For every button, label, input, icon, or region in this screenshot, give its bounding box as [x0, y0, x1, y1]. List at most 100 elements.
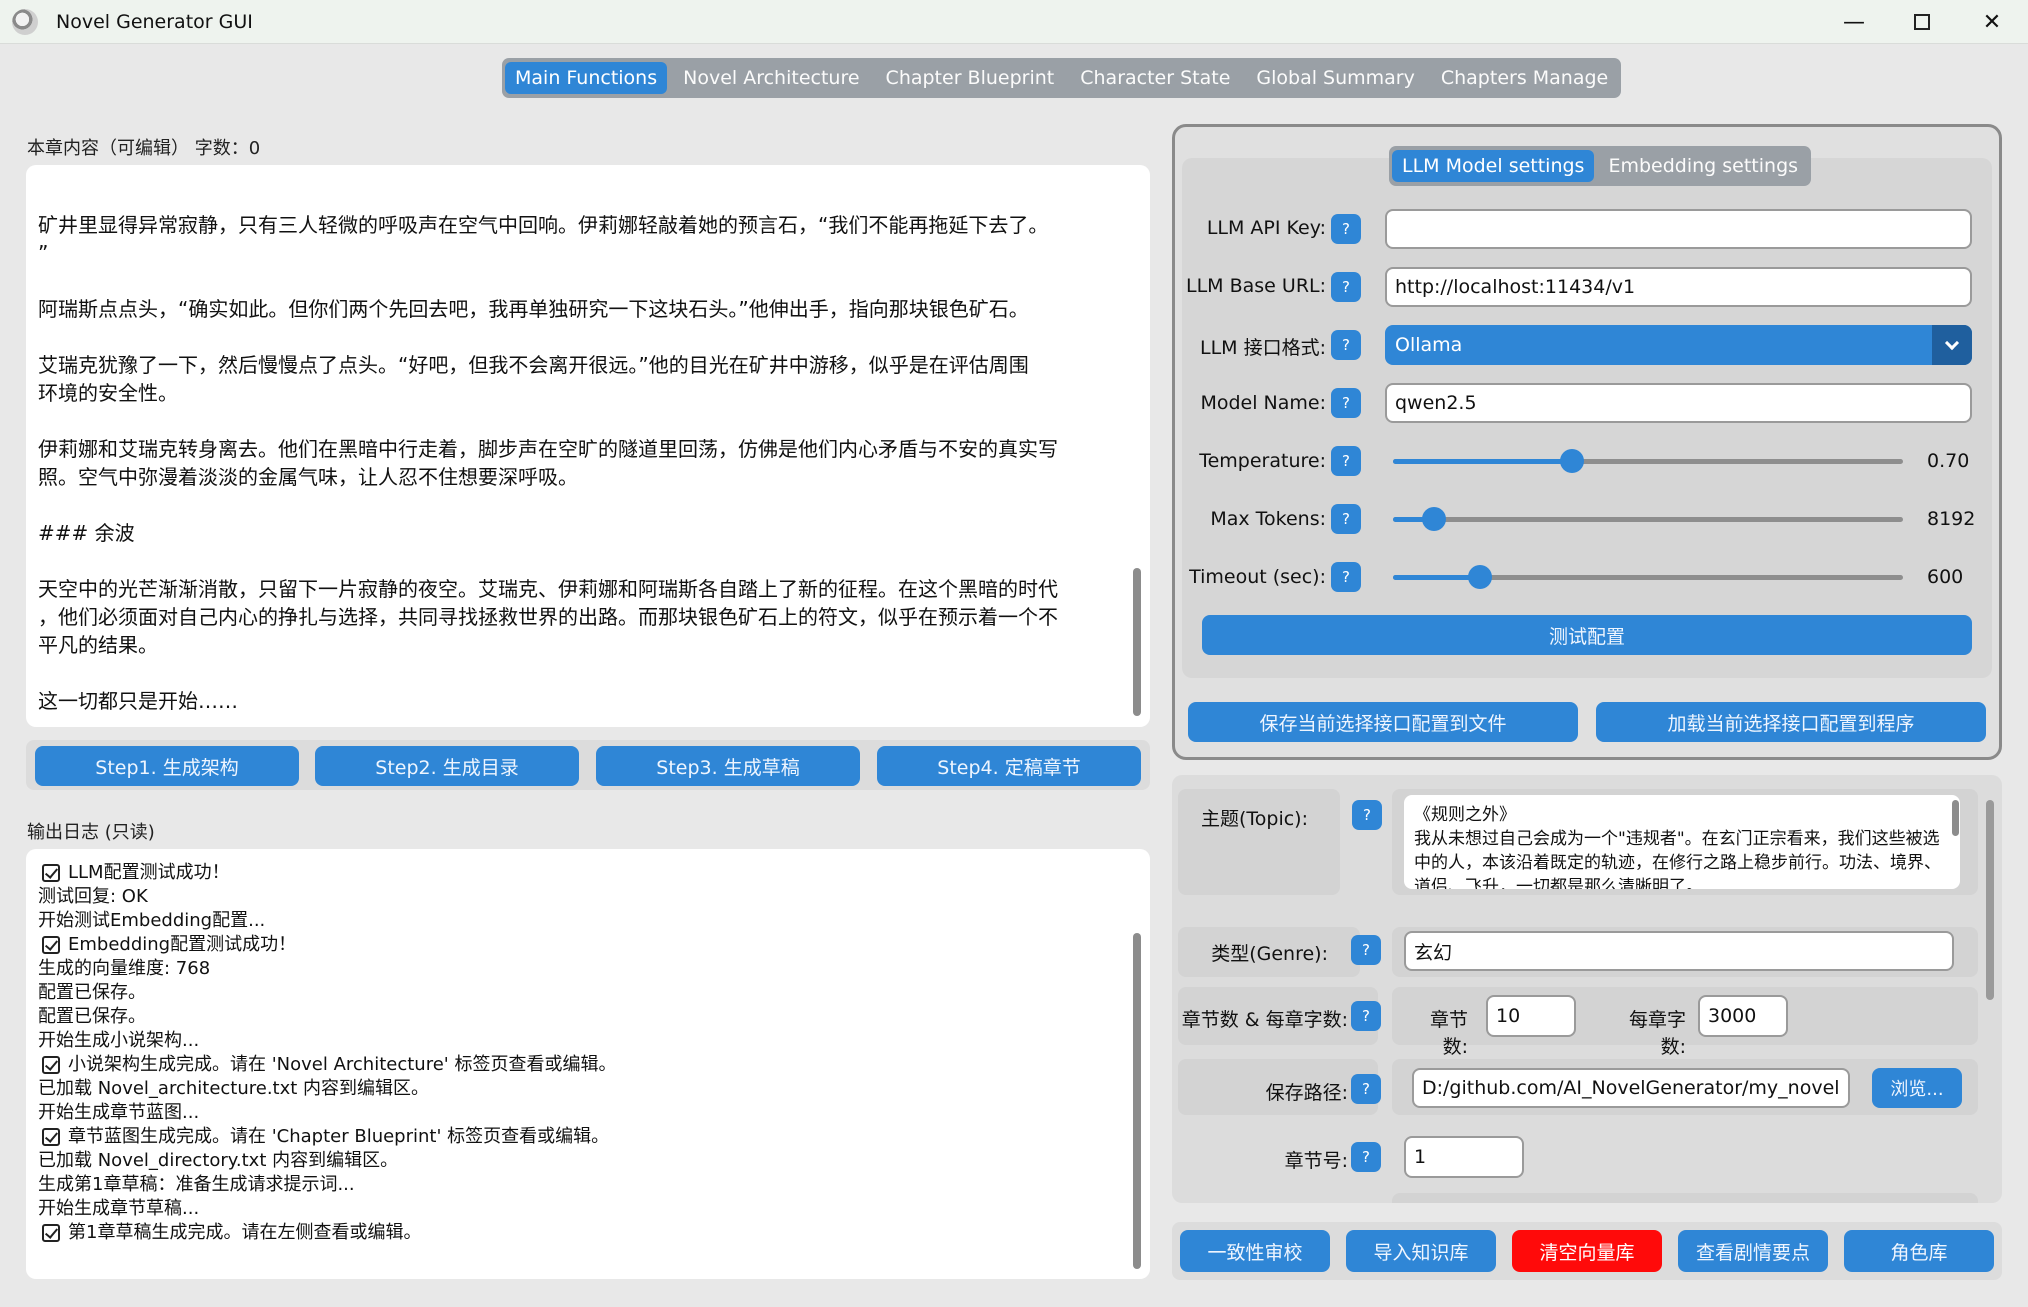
num-chapters-label: 章节数: [1429, 1009, 1468, 1058]
chapters-words-label: 章节数 & 每章字数: [1181, 1009, 1348, 1031]
log-line-text: 开始生成章节蓝图... [38, 1102, 200, 1123]
log-line: 生成的向量维度: 768 [38, 957, 616, 981]
timeout-value: 600 [1927, 566, 1964, 588]
api-key-input[interactable] [1385, 209, 1972, 249]
log-line: 已加载 Novel_architecture.txt 内容到编辑区。 [38, 1077, 616, 1101]
temperature-help-icon[interactable]: ? [1331, 446, 1361, 476]
chevron-down-icon[interactable] [1932, 325, 1972, 365]
log-line-text: 开始测试Embedding配置... [38, 910, 266, 931]
editor-line: ” [38, 241, 49, 265]
log-line: 开始生成小说架构... [38, 1029, 616, 1053]
close-icon[interactable]: ✕ [1956, 0, 2028, 44]
save-path-help-icon[interactable]: ? [1351, 1074, 1381, 1104]
temperature-label: Temperature: [1199, 450, 1326, 472]
max-tokens-label: Max Tokens: [1210, 508, 1326, 530]
log-line-text: 配置已保存。 [38, 982, 146, 1003]
tab-main-functions[interactable]: Main Functions [505, 62, 668, 94]
tab-llm-model-settings[interactable]: LLM Model settings [1392, 150, 1595, 182]
tab-character-state[interactable]: Character State [1070, 62, 1240, 94]
chapters-help-icon[interactable]: ? [1351, 1001, 1381, 1031]
log-line-text: 生成第1章草稿：准备生成请求提示词... [38, 1174, 355, 1195]
interface-select[interactable]: Ollama [1385, 325, 1972, 365]
genre-input[interactable]: 玄幻 [1404, 931, 1954, 971]
log-label: 输出日志 (只读) [27, 822, 155, 843]
timeout-slider-knob[interactable] [1467, 565, 1492, 589]
save-path-input[interactable]: D:/github.com/AI_NovelGenerator/my_novel [1412, 1068, 1850, 1108]
model-name-help-icon[interactable]: ? [1331, 388, 1361, 418]
checkbox-icon [42, 936, 60, 954]
save-config-button[interactable]: 保存当前选择接口配置到文件 [1188, 702, 1578, 742]
editor-scrollbar[interactable] [1133, 568, 1141, 716]
model-name-input[interactable]: qwen2.5 [1385, 383, 1972, 423]
log-line: LLM配置测试成功！ [38, 861, 616, 885]
step3-button[interactable]: Step3. 生成草稿 [596, 746, 860, 786]
consistency-check-button[interactable]: 一致性审校 [1180, 1230, 1330, 1272]
topic-help-icon[interactable]: ? [1352, 800, 1382, 830]
chapter-editor[interactable]: 矿井里显得异常寂静，只有三人轻微的呼吸声在空气中回响。伊莉娜轻敲着她的预言石，“… [26, 165, 1150, 727]
tab-global-summary[interactable]: Global Summary [1246, 62, 1424, 94]
max-tokens-slider[interactable] [1393, 507, 1903, 531]
base-url-help-icon[interactable]: ? [1331, 272, 1361, 302]
chapter-number-help-icon[interactable]: ? [1351, 1142, 1381, 1172]
topic-scrollbar[interactable] [1952, 800, 1959, 836]
import-knowledge-button[interactable]: 导入知识库 [1346, 1230, 1496, 1272]
topic-textarea[interactable]: 《规则之外》 我从未想过自己会成为一个"违规者"。在玄门正宗看来，我们这些被选中… [1404, 795, 1960, 889]
chapter-number-input[interactable]: 1 [1404, 1136, 1524, 1178]
checkbox-icon [42, 1224, 60, 1242]
editor-line: 天空中的光芒渐渐消散，只留下一片寂静的夜空。艾瑞克、伊莉娜和阿瑞斯各自踏上了新的… [38, 577, 1058, 601]
tab-embedding-settings[interactable]: Embedding settings [1598, 150, 1808, 182]
tab-chapters-manage[interactable]: Chapters Manage [1431, 62, 1618, 94]
maximize-icon[interactable] [1886, 0, 1958, 44]
base-url-input[interactable]: http://localhost:11434/v1 [1385, 267, 1972, 307]
tab-chapter-blueprint[interactable]: Chapter Blueprint [876, 62, 1065, 94]
log-scrollbar[interactable] [1133, 933, 1141, 1269]
interface-select-value: Ollama [1395, 334, 1463, 356]
minimize-icon[interactable]: — [1818, 0, 1890, 44]
log-line: 小说架构生成完成。请在 'Novel Architecture' 标签页查看或编… [38, 1053, 616, 1077]
interface-help-icon[interactable]: ? [1331, 330, 1361, 360]
step4-button[interactable]: Step4. 定稿章节 [877, 746, 1141, 786]
timeout-label: Timeout (sec): [1189, 566, 1326, 588]
temperature-value: 0.70 [1927, 450, 1970, 472]
timeout-help-icon[interactable]: ? [1331, 562, 1361, 592]
save-path-label: 保存路径: [1265, 1082, 1348, 1104]
step2-button[interactable]: Step2. 生成目录 [315, 746, 579, 786]
temperature-slider-fill [1393, 459, 1572, 464]
api-key-help-icon[interactable]: ? [1331, 214, 1361, 244]
browse-button[interactable]: 浏览... [1872, 1068, 1962, 1108]
checkbox-icon [42, 1128, 60, 1146]
log-line-text: 第1章草稿生成完成。请在左侧查看或编辑。 [68, 1222, 422, 1243]
timeout-slider[interactable] [1393, 565, 1903, 589]
load-config-button[interactable]: 加载当前选择接口配置到程序 [1596, 702, 1986, 742]
output-log: LLM配置测试成功！ 测试回复: OK 开始测试Embedding配置... Embe… [26, 849, 1150, 1279]
tab-novel-architecture[interactable]: Novel Architecture [673, 62, 869, 94]
log-line: 第1章草稿生成完成。请在左侧查看或编辑。 [38, 1221, 616, 1245]
params-scrollbar[interactable] [1986, 800, 1994, 1000]
step1-button[interactable]: Step1. 生成架构 [35, 746, 299, 786]
test-config-button[interactable]: 测试配置 [1202, 615, 1972, 655]
editor-line: 照。空气中弥漫着淡淡的金属气味，让人忍不住想要深呼吸。 [38, 465, 578, 489]
character-library-button[interactable]: 角色库 [1844, 1230, 1994, 1272]
log-line-text: 测试回复: OK [38, 886, 148, 907]
genre-help-icon[interactable]: ? [1351, 935, 1381, 965]
genre-label: 类型(Genre): [1211, 943, 1328, 965]
topic-label: 主题(Topic): [1200, 808, 1308, 830]
temperature-slider[interactable] [1393, 449, 1903, 473]
words-per-chapter-input[interactable]: 3000 [1698, 995, 1788, 1037]
clear-vector-store-button[interactable]: 清空向量库 [1512, 1230, 1662, 1272]
max-tokens-help-icon[interactable]: ? [1331, 504, 1361, 534]
temperature-slider-knob[interactable] [1559, 449, 1584, 473]
chapter-text[interactable]: 矿井里显得异常寂静，只有三人轻微的呼吸声在空气中回响。伊莉娜轻敲着她的预言石，“… [38, 211, 1138, 715]
max-tokens-slider-knob[interactable] [1421, 507, 1446, 531]
checkbox-icon [42, 864, 60, 882]
editor-line: 环境的安全性。 [38, 381, 178, 405]
log-line: 生成第1章草稿：准备生成请求提示词... [38, 1173, 616, 1197]
view-plot-points-button[interactable]: 查看剧情要点 [1678, 1230, 1828, 1272]
num-chapters-input[interactable]: 10 [1486, 995, 1576, 1037]
words-per-chapter-label: 每章字数: [1628, 1009, 1686, 1058]
editor-line: ### 余波 [38, 521, 135, 545]
